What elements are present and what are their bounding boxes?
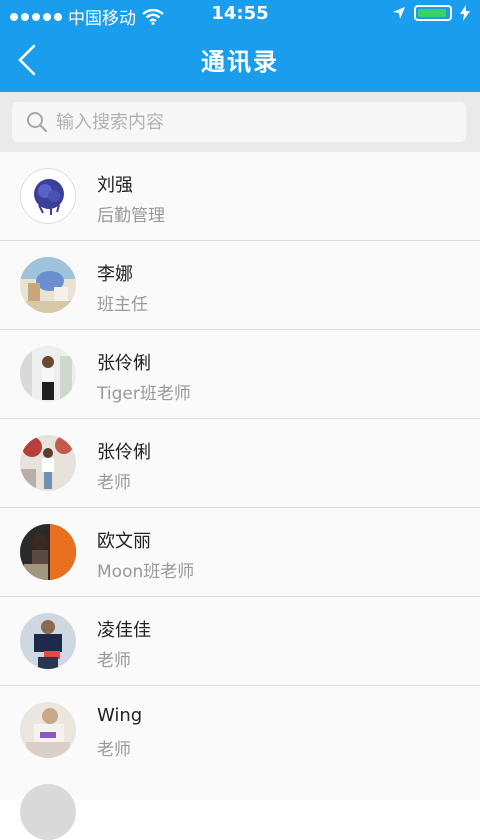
contact-row[interactable]: 李娜 班主任 [0, 241, 480, 330]
contact-row[interactable]: 刘强 后勤管理 [0, 152, 480, 241]
contact-role: 老师 [97, 740, 131, 760]
contact-name: 张伶俐 [97, 353, 151, 374]
avatar [20, 702, 76, 758]
contact-role: 老师 [97, 651, 131, 671]
charging-bolt-icon [460, 5, 470, 21]
contact-name: Wing [97, 705, 143, 726]
search-input[interactable] [54, 110, 438, 134]
nav-bar: 通讯录 [0, 30, 480, 90]
contact-name: 欧文丽 [97, 531, 151, 552]
search-icon [27, 112, 48, 133]
avatar [20, 613, 76, 669]
contact-row[interactable]: 张伶俐 Tiger班老师 [0, 330, 480, 419]
avatar [20, 257, 76, 313]
status-right [392, 5, 470, 21]
avatar [20, 784, 76, 840]
search-area [0, 92, 480, 152]
contact-row[interactable]: 凌佳佳 老师 [0, 597, 480, 686]
status-bar: 中国移动 14:55 [0, 0, 480, 30]
contact-name: 刘强 [97, 175, 133, 196]
contact-row[interactable]: 欧文丽 Moon班老师 [0, 508, 480, 597]
contact-role: 后勤管理 [97, 206, 165, 226]
battery-icon [414, 5, 452, 21]
location-arrow-icon [393, 7, 405, 19]
contact-name: 张伶俐 [97, 442, 151, 463]
search-box[interactable] [12, 102, 466, 142]
contact-name: 李娜 [97, 264, 133, 285]
contact-role: 班主任 [97, 295, 148, 315]
contact-role: 老师 [97, 473, 131, 493]
contact-role: Moon班老师 [97, 562, 195, 582]
contact-row[interactable]: 张伶俐 老师 [0, 419, 480, 508]
contact-row[interactable]: Wing 老师 [0, 686, 480, 775]
avatar [20, 524, 76, 580]
contact-row-partial[interactable] [0, 768, 480, 840]
page-title: 通讯录 [201, 48, 279, 76]
top-bar: 中国移动 14:55 通讯录 [0, 0, 480, 92]
avatar [20, 346, 76, 402]
contact-list: 刘强 后勤管理 李娜 班主任 张伶俐 Tiger班老师 张伶俐 老师 欧文丽 M… [0, 152, 480, 775]
contact-name: 凌佳佳 [97, 620, 151, 641]
avatar [20, 435, 76, 491]
avatar [20, 168, 76, 224]
contact-role: Tiger班老师 [97, 384, 191, 404]
